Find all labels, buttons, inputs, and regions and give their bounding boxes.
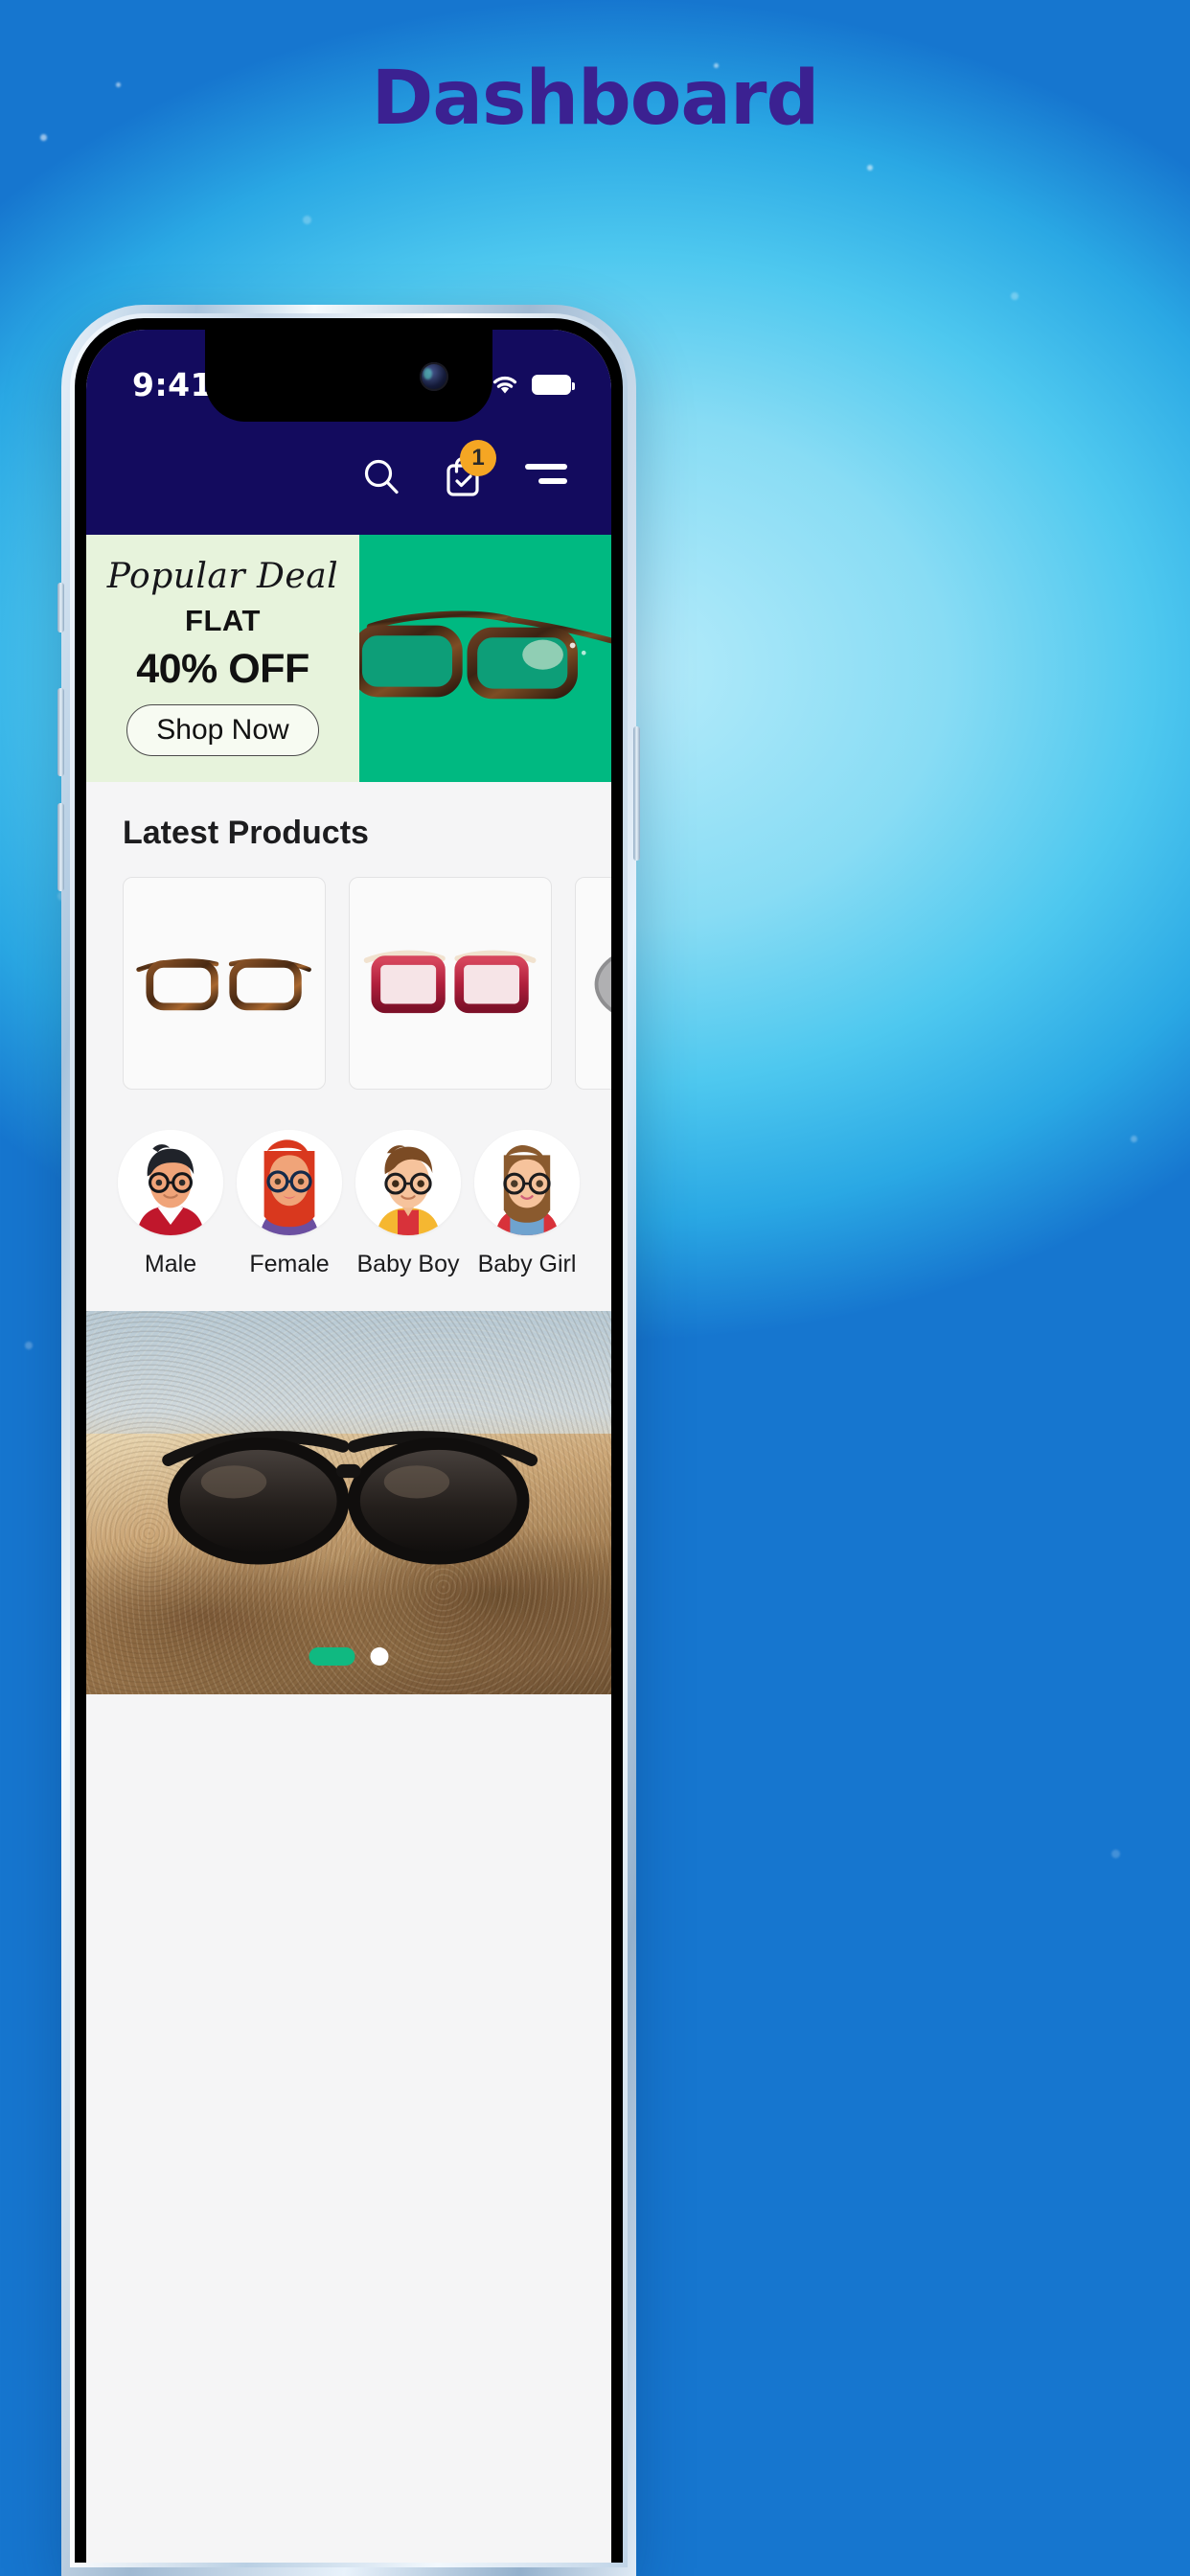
phone-power-button xyxy=(633,726,640,861)
category-label: Baby Boy xyxy=(356,1251,460,1277)
latest-products-heading: Latest Products xyxy=(123,815,369,851)
shop-now-button[interactable]: Shop Now xyxy=(126,704,319,756)
page-title: Dashboard xyxy=(371,56,820,142)
category-item-baby-boy[interactable]: Baby Boy xyxy=(349,1130,468,1278)
promo-banner-image xyxy=(358,535,611,782)
category-label: Baby Girl xyxy=(477,1251,577,1277)
product-card[interactable] xyxy=(349,877,552,1090)
front-camera xyxy=(420,362,448,391)
promo-flat-label: FLAT xyxy=(185,604,261,637)
pagination-dot-active[interactable] xyxy=(309,1647,355,1666)
avatar xyxy=(237,1130,342,1235)
search-button[interactable] xyxy=(362,457,400,500)
category-label: Female xyxy=(249,1251,330,1277)
hero-photo-banner[interactable] xyxy=(86,1311,611,1694)
promo-title: Popular Deal xyxy=(106,557,339,596)
status-time: 9:41 xyxy=(132,365,214,403)
promo-discount: 40% OFF xyxy=(136,646,309,692)
sunglasses-grey-lens-image xyxy=(595,956,611,1012)
phone-notch xyxy=(205,330,492,422)
avatar-baby-girl-icon xyxy=(474,1130,580,1235)
product-card[interactable] xyxy=(123,877,326,1090)
category-item-baby-girl[interactable]: Baby Girl xyxy=(468,1130,586,1278)
eyeglasses-tortoise-brown-image xyxy=(136,958,312,1011)
category-label: Male xyxy=(144,1251,197,1277)
cart-button[interactable]: 1 xyxy=(445,439,496,502)
app-navbar: 1 xyxy=(86,422,611,535)
phone-mockup: 9:41 1 Popular Deal FLAT 40% OFF Shop No… xyxy=(57,305,640,2576)
category-list: Male Female Baby Boy Baby Girl xyxy=(86,1090,611,1311)
sunglasses-on-beach-sand-photo xyxy=(162,1431,538,1565)
phone-volume-down-button xyxy=(57,803,64,891)
phone-mute-switch xyxy=(57,583,64,632)
category-item-male[interactable]: Male xyxy=(111,1130,230,1278)
carousel-pagination[interactable] xyxy=(309,1647,389,1666)
avatar-female-icon xyxy=(237,1130,342,1235)
promo-banner[interactable]: Popular Deal FLAT 40% OFF Shop Now xyxy=(86,535,611,782)
eyeglasses-red-frame-image xyxy=(364,950,537,1013)
search-icon xyxy=(364,459,399,494)
category-item-female[interactable]: Female xyxy=(230,1130,349,1278)
promo-banner-text: Popular Deal FLAT 40% OFF Shop Now xyxy=(86,535,359,782)
app-screen: 9:41 1 Popular Deal FLAT 40% OFF Shop No… xyxy=(86,330,611,2563)
avatar xyxy=(118,1130,223,1235)
avatar-baby-boy-icon xyxy=(355,1130,461,1235)
product-card[interactable] xyxy=(575,877,611,1090)
wifi-icon xyxy=(492,376,517,393)
avatar-male-icon xyxy=(118,1130,223,1235)
phone-volume-up-button xyxy=(57,688,64,776)
avatar xyxy=(474,1130,580,1235)
latest-products-carousel[interactable] xyxy=(86,877,611,1090)
app-content: Popular Deal FLAT 40% OFF Shop Now Lates… xyxy=(86,535,611,1694)
cart-badge: 1 xyxy=(460,439,496,476)
pagination-dot[interactable] xyxy=(370,1647,389,1666)
hamburger-menu-icon[interactable] xyxy=(525,464,567,493)
battery-full-icon xyxy=(532,374,575,395)
eyeglasses-hero-image xyxy=(358,610,611,700)
avatar xyxy=(355,1130,461,1235)
